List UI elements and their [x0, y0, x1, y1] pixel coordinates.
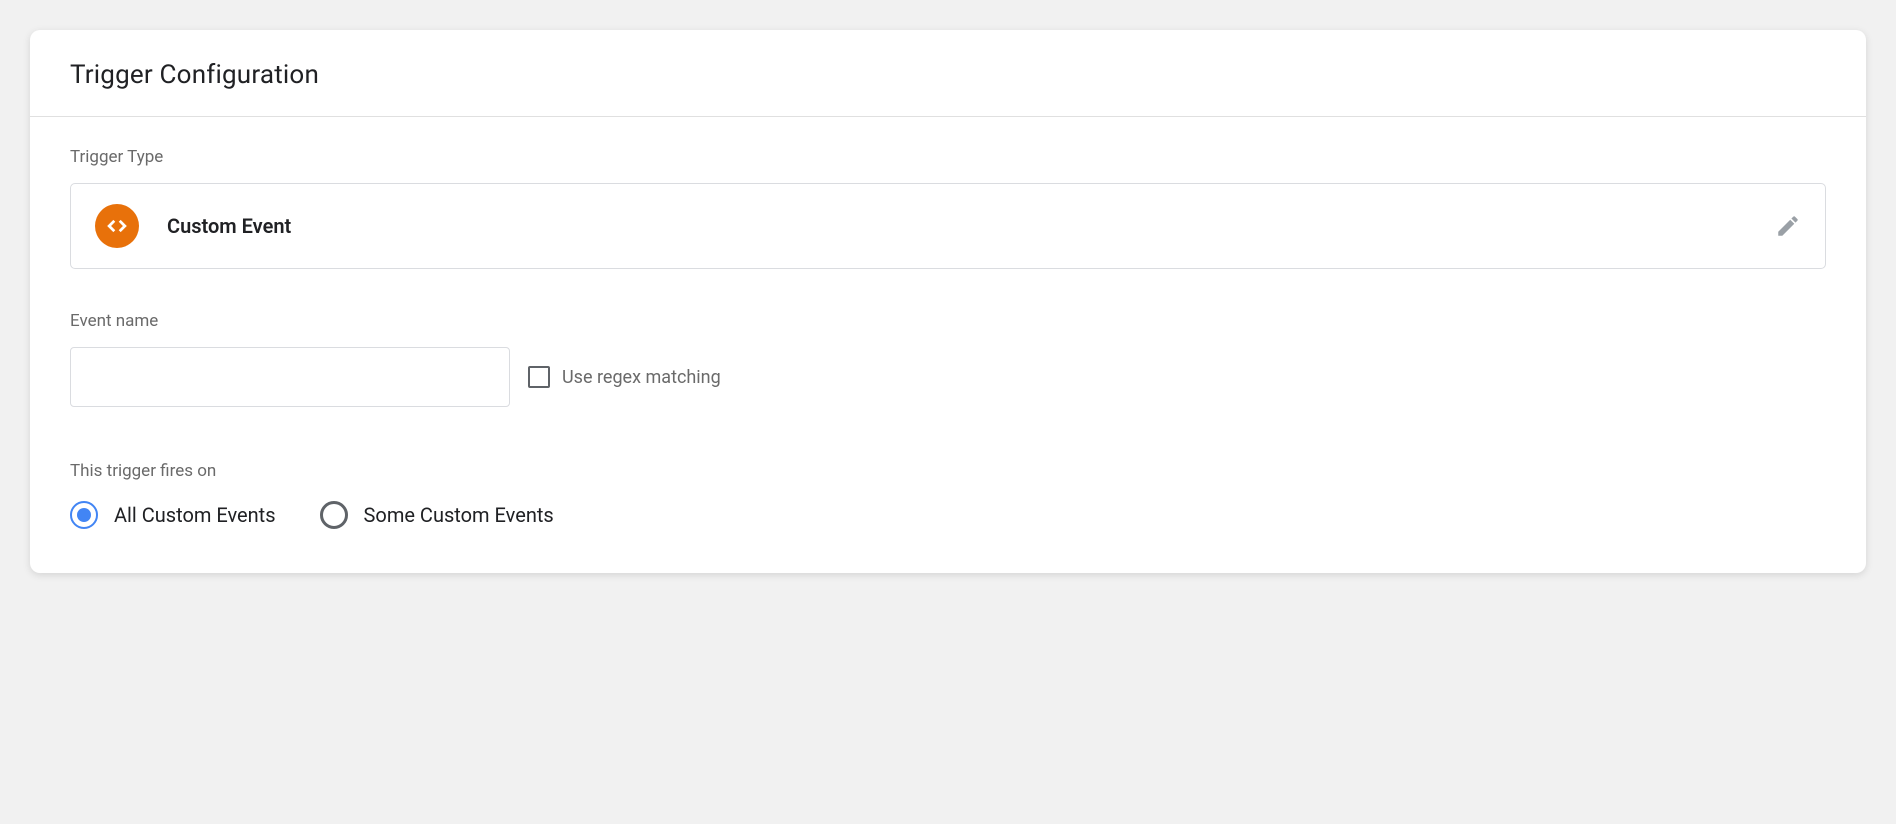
radio-row: All Custom Events Some Custom Events: [70, 501, 1826, 529]
radio-option-all[interactable]: All Custom Events: [70, 501, 276, 529]
regex-checkbox[interactable]: [528, 366, 550, 388]
event-name-label: Event name: [70, 311, 1826, 331]
fires-on-label: This trigger fires on: [70, 461, 1826, 481]
radio-option-some[interactable]: Some Custom Events: [320, 501, 554, 529]
regex-checkbox-label: Use regex matching: [562, 367, 721, 388]
regex-checkbox-group[interactable]: Use regex matching: [528, 366, 721, 388]
trigger-config-card: Trigger Configuration Trigger Type Custo…: [30, 30, 1866, 573]
card-header: Trigger Configuration: [30, 30, 1866, 117]
trigger-type-label: Trigger Type: [70, 147, 1826, 167]
trigger-type-value: Custom Event: [167, 214, 1775, 238]
radio-all-custom-events[interactable]: [70, 501, 98, 529]
event-name-row: Use regex matching: [70, 347, 1826, 407]
radio-some-label: Some Custom Events: [364, 503, 554, 527]
fires-on-section: This trigger fires on All Custom Events …: [70, 461, 1826, 529]
code-icon: [95, 204, 139, 248]
trigger-type-selector[interactable]: Custom Event: [70, 183, 1826, 269]
card-title: Trigger Configuration: [70, 60, 1826, 90]
trigger-type-section: Trigger Type Custom Event: [70, 147, 1826, 269]
event-name-input[interactable]: [70, 347, 510, 407]
radio-all-label: All Custom Events: [114, 503, 276, 527]
event-name-section: Event name Use regex matching: [70, 311, 1826, 407]
edit-icon[interactable]: [1775, 213, 1801, 239]
radio-some-custom-events[interactable]: [320, 501, 348, 529]
card-body: Trigger Type Custom Event Event name Use…: [30, 117, 1866, 573]
